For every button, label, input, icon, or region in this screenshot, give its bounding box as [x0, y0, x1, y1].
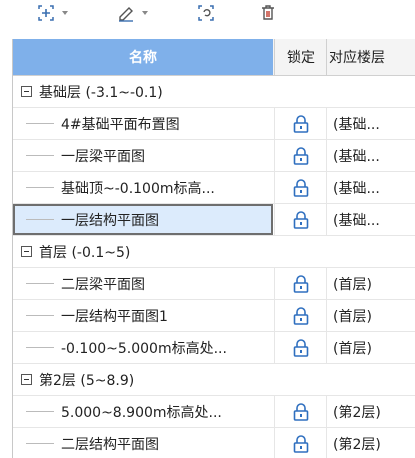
floor-cell[interactable]: (基础... [326, 108, 415, 139]
collapse-toggle-icon[interactable] [21, 86, 32, 97]
drawing-name-cell[interactable]: 一层结构平面图1 [13, 300, 273, 331]
unlock-icon [292, 434, 310, 454]
lock-toggle[interactable] [274, 140, 327, 171]
drawing-label: 二层梁平面图 [61, 276, 145, 293]
drawing-label: -0.100~5.000m标高处... [61, 340, 227, 357]
group-label: 第2层 (5~8.9) [39, 372, 135, 389]
tree-connector [26, 155, 54, 156]
group-name-cell[interactable]: 第2层 (5~8.9) [13, 364, 273, 395]
tree-connector [26, 283, 54, 284]
drawing-name-cell[interactable]: 基础顶~-0.100m标高... [13, 172, 273, 203]
delete-button[interactable] [258, 0, 278, 26]
group-label: 基础层 (-3.1~-0.1) [39, 84, 163, 101]
table-row[interactable]: 一层结构平面图 (基础... [13, 204, 415, 236]
tree-connector [26, 411, 54, 412]
drawing-label: 一层结构平面图1 [61, 308, 168, 325]
table-row[interactable]: 5.000~8.900m标高处... (第2层) [13, 396, 415, 428]
unlock-icon [292, 306, 310, 326]
column-header-lock[interactable]: 锁定 [274, 39, 327, 75]
drawing-name-cell[interactable]: 5.000~8.900m标高处... [13, 396, 273, 427]
lock-toggle[interactable] [274, 204, 327, 235]
table-row[interactable]: 一层结构平面图1 (首层) [13, 300, 415, 332]
toolbar [0, 0, 415, 36]
table-row[interactable]: 二层梁平面图 (首层) [13, 268, 415, 300]
drawing-name-cell[interactable]: 二层梁平面图 [13, 268, 273, 299]
drawing-name-cell[interactable]: 二层结构平面图 [13, 428, 273, 458]
add-drawing-button[interactable] [36, 0, 68, 26]
lock-toggle[interactable] [274, 300, 327, 331]
chevron-down-icon[interactable] [62, 11, 68, 15]
drawing-name-cell[interactable]: -0.100~5.000m标高处... [13, 332, 273, 363]
replace-button[interactable] [196, 0, 216, 26]
tree-connector [26, 443, 54, 444]
drawing-label: 基础顶~-0.100m标高... [61, 180, 215, 197]
floor-group-row[interactable]: 首层 (-0.1~5) [13, 236, 415, 268]
unlock-icon [292, 274, 310, 294]
lock-toggle[interactable] [274, 268, 327, 299]
group-label: 首层 (-0.1~5) [39, 244, 131, 261]
drawing-label: 5.000~8.900m标高处... [61, 404, 222, 421]
floor-cell[interactable]: (基础... [326, 204, 415, 235]
floor-cell[interactable]: (第2层) [326, 396, 415, 427]
add-drawing-icon [38, 5, 54, 21]
group-name-cell[interactable]: 基础层 (-3.1~-0.1) [13, 76, 273, 107]
tree-connector [26, 187, 54, 188]
floor-group-row[interactable]: 第2层 (5~8.9) [13, 364, 415, 396]
lock-toggle[interactable] [274, 396, 327, 427]
table-row[interactable]: 一层梁平面图 (基础... [13, 140, 415, 172]
lock-toggle[interactable] [274, 172, 327, 203]
tree-connector [26, 347, 54, 348]
floor-cell[interactable]: (首层) [326, 268, 415, 299]
tree-connector [26, 315, 54, 316]
drawing-name-cell[interactable]: 4#基础平面布置图 [13, 108, 273, 139]
drawing-label: 一层结构平面图 [61, 212, 159, 229]
unlock-icon [292, 114, 310, 134]
table-row[interactable]: 4#基础平面布置图 (基础... [13, 108, 415, 140]
drawing-table: 名称 锁定 对应楼层 基础层 (-3.1~-0.1) 4#基础平面布置图 (基础..… [12, 39, 415, 458]
lock-toggle[interactable] [274, 428, 327, 458]
unlock-icon [292, 402, 310, 422]
floor-cell[interactable]: (首层) [326, 332, 415, 363]
floor-cell[interactable]: (基础... [326, 172, 415, 203]
tree-connector [26, 123, 54, 124]
column-header-floor[interactable]: 对应楼层 [326, 39, 415, 75]
drawing-label: 4#基础平面布置图 [61, 116, 180, 133]
drawing-name-cell[interactable]: 一层结构平面图 [13, 204, 273, 235]
chevron-down-icon[interactable] [142, 11, 148, 15]
drawing-label: 二层结构平面图 [61, 436, 159, 453]
floor-group-row[interactable]: 基础层 (-3.1~-0.1) [13, 76, 415, 108]
column-header-name[interactable]: 名称 [13, 39, 273, 75]
collapse-toggle-icon[interactable] [21, 374, 32, 385]
replace-icon [198, 5, 214, 21]
table-header: 名称 锁定 对应楼层 [13, 39, 415, 76]
lock-toggle[interactable] [274, 108, 327, 139]
tree-connector [26, 219, 54, 220]
drawing-name-cell[interactable]: 一层梁平面图 [13, 140, 273, 171]
group-name-cell[interactable]: 首层 (-0.1~5) [13, 236, 273, 267]
table-row[interactable]: 基础顶~-0.100m标高... (基础... [13, 172, 415, 204]
unlock-icon [292, 338, 310, 358]
edit-button[interactable] [116, 0, 148, 26]
delete-icon [262, 5, 274, 20]
table-row[interactable]: 二层结构平面图 (第2层) [13, 428, 415, 458]
unlock-icon [292, 210, 310, 230]
table-row[interactable]: -0.100~5.000m标高处... (首层) [13, 332, 415, 364]
drawing-label: 一层梁平面图 [61, 148, 145, 165]
collapse-toggle-icon[interactable] [21, 246, 32, 257]
floor-cell[interactable]: (第2层) [326, 428, 415, 458]
edit-icon [119, 7, 133, 22]
floor-cell[interactable]: (首层) [326, 300, 415, 331]
lock-toggle[interactable] [274, 332, 327, 363]
floor-cell[interactable]: (基础... [326, 140, 415, 171]
unlock-icon [292, 146, 310, 166]
unlock-icon [292, 178, 310, 198]
